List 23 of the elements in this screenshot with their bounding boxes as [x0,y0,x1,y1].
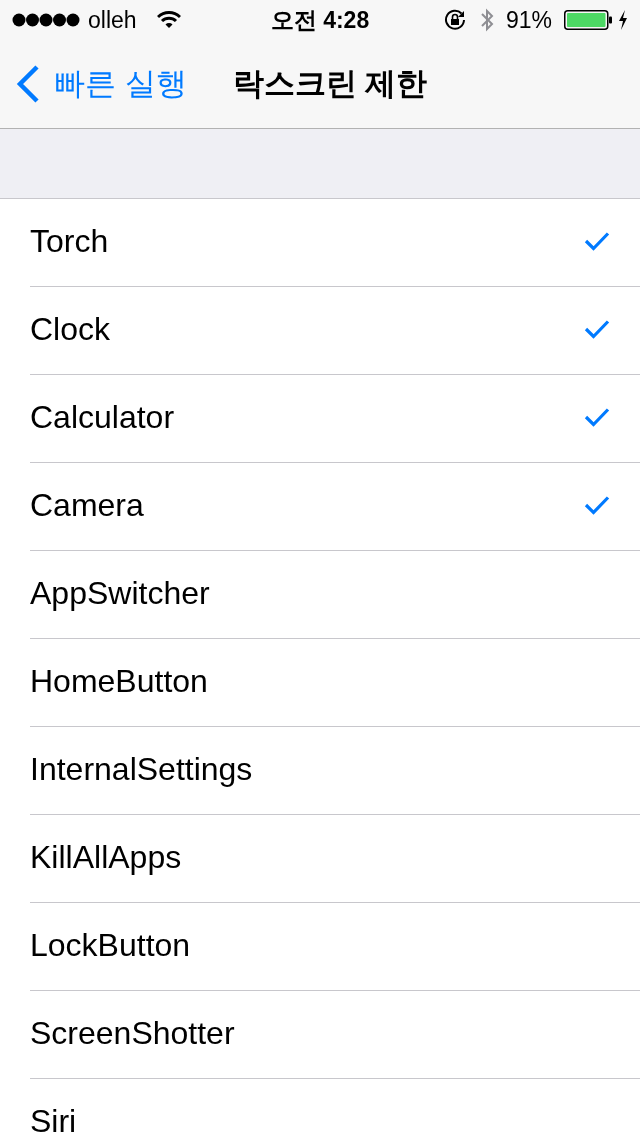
battery-icon [564,10,612,30]
page-title: 락스크린 제한 [232,66,428,102]
list-item[interactable]: Torch [0,199,640,287]
back-button[interactable]: 빠른 실행 [0,65,187,103]
bluetooth-icon [479,8,494,32]
list-item[interactable]: AppSwitcher [0,551,640,639]
list-item[interactable]: LockButton [0,903,640,991]
wifi-icon [156,11,181,29]
clock-time: 오전 4:28 [270,7,370,33]
signal-strength-icon [12,13,80,27]
battery-percentage: 91% [505,7,552,33]
list-item[interactable]: Siri [0,1079,640,1136]
list-item[interactable]: KillAllApps [0,815,640,903]
back-chevron-icon [16,65,40,103]
list-item[interactable]: HomeButton [0,639,640,727]
list-item[interactable]: Camera [0,463,640,551]
list-item[interactable]: Clock [0,287,640,375]
list-item[interactable]: Calculator [0,375,640,463]
carrier-name: olleh [88,7,137,33]
list-item[interactable]: InternalSettings [0,727,640,815]
charging-bolt-icon [618,10,628,30]
rotation-lock-icon [443,9,468,31]
list-item[interactable]: ScreenShotter [0,991,640,1079]
